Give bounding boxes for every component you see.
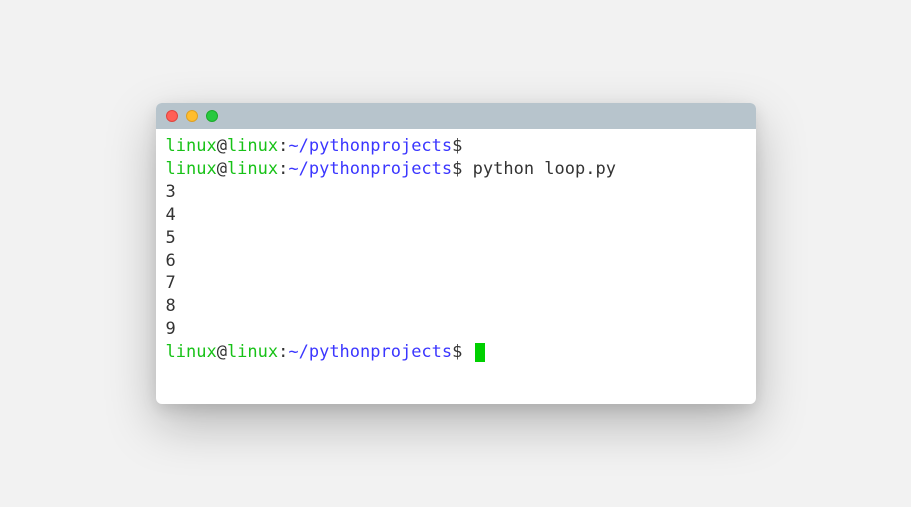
terminal-line: 9 [166, 318, 746, 341]
prompt-at: @ [217, 342, 227, 362]
prompt-dollar: $ [452, 342, 462, 362]
terminal-line: 6 [166, 250, 746, 273]
prompt-user: linux [166, 342, 217, 362]
prompt-at: @ [217, 159, 227, 179]
terminal-line: 5 [166, 227, 746, 250]
output-text: 9 [166, 319, 176, 339]
prompt-user: linux [166, 159, 217, 179]
window-titlebar [156, 103, 756, 129]
output-text: 4 [166, 205, 176, 225]
prompt-host: linux [227, 136, 278, 156]
terminal-line: 3 [166, 181, 746, 204]
terminal-line: 8 [166, 295, 746, 318]
prompt-path: ~/pythonprojects [288, 136, 452, 156]
terminal-body[interactable]: linux@linux:~/pythonprojects$ linux@linu… [156, 129, 756, 404]
maximize-icon[interactable] [206, 110, 218, 122]
output-text: 8 [166, 296, 176, 316]
terminal-line: linux@linux:~/pythonprojects$ [166, 341, 746, 364]
output-text: 3 [166, 182, 176, 202]
output-text: 5 [166, 228, 176, 248]
terminal-line: 7 [166, 272, 746, 295]
close-icon[interactable] [166, 110, 178, 122]
cursor-block [475, 343, 485, 362]
prompt-colon: : [278, 136, 288, 156]
prompt-colon: : [278, 342, 288, 362]
minimize-icon[interactable] [186, 110, 198, 122]
terminal-window: linux@linux:~/pythonprojects$ linux@linu… [156, 103, 756, 404]
command-text: python loop.py [473, 159, 616, 179]
terminal-line: 4 [166, 204, 746, 227]
prompt-colon: : [278, 159, 288, 179]
prompt-host: linux [227, 159, 278, 179]
output-text: 6 [166, 251, 176, 271]
prompt-path: ~/pythonprojects [288, 159, 452, 179]
prompt-host: linux [227, 342, 278, 362]
prompt-dollar: $ [452, 136, 462, 156]
prompt-user: linux [166, 136, 217, 156]
prompt-path: ~/pythonprojects [288, 342, 452, 362]
prompt-dollar: $ [452, 159, 462, 179]
terminal-line: linux@linux:~/pythonprojects$ [166, 135, 746, 158]
terminal-line: linux@linux:~/pythonprojects$ python loo… [166, 158, 746, 181]
output-text: 7 [166, 273, 176, 293]
prompt-at: @ [217, 136, 227, 156]
